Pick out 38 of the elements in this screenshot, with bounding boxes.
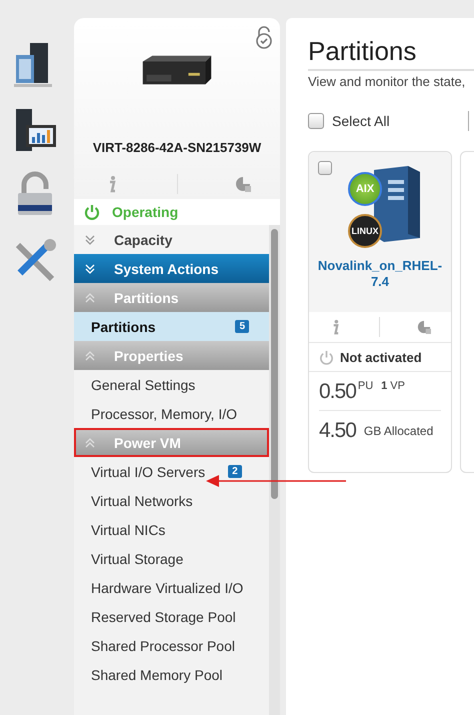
power-icon [319, 350, 334, 364]
count-badge: 5 [235, 320, 249, 333]
nav-item[interactable]: Virtual NICs [74, 515, 269, 544]
processing-units-value: 0.50 [319, 380, 356, 404]
system-status: Operating [74, 199, 280, 225]
partition-checkbox[interactable] [318, 161, 332, 175]
nav-item[interactable]: Virtual I/O Servers 2 [74, 457, 269, 486]
memory-value: 4.50 [319, 419, 356, 443]
page-subtitle: View and monitor the state, [308, 74, 466, 89]
nav-item[interactable]: Partitions 5 [74, 312, 269, 341]
virtual-processors-unit: VP [390, 380, 405, 392]
memory-unit: GB Allocated [364, 424, 434, 438]
power-icon [84, 204, 100, 220]
os-badge: LINUX [348, 214, 382, 248]
collapse-chevron-icon[interactable] [84, 350, 96, 362]
nav-item[interactable]: Hardware Virtualized I/O [74, 573, 269, 602]
scrollbar-thumb[interactable] [271, 229, 278, 499]
count-badge: 2 [228, 465, 242, 478]
expand-chevron-icon[interactable] [84, 234, 96, 246]
os-badge: AIX [348, 172, 382, 206]
section-header[interactable]: System Actions [74, 254, 269, 283]
nav-item[interactable]: Shared Processor Pool [74, 631, 269, 660]
collapse-chevron-icon[interactable] [84, 292, 96, 304]
nav-item[interactable]: Reserved Storage Pool [74, 602, 269, 631]
nav-item[interactable]: Shared Memory Pool [74, 660, 269, 689]
nav-item[interactable]: Virtual Networks [74, 486, 269, 515]
system-name: VIRT-8286-42A-SN215739W [92, 140, 262, 155]
unlocked-lock-icon[interactable] [254, 26, 274, 50]
nav-item[interactable]: General Settings [74, 370, 269, 399]
select-all-checkbox[interactable]: Select All [308, 113, 390, 129]
collapse-chevron-icon[interactable] [84, 436, 96, 448]
nav-item[interactable]: Processor, Memory, I/O [74, 399, 269, 428]
partition-status: Not activated [309, 343, 451, 372]
processing-units-unit: PU [358, 380, 374, 392]
nav-item[interactable]: Virtual Storage [74, 544, 269, 573]
page-title: Partitions [308, 36, 474, 71]
partition-name-link[interactable]: Novalink_on_RHEL-7.4 [316, 258, 444, 290]
virtual-processors-value: 1 [381, 380, 388, 392]
